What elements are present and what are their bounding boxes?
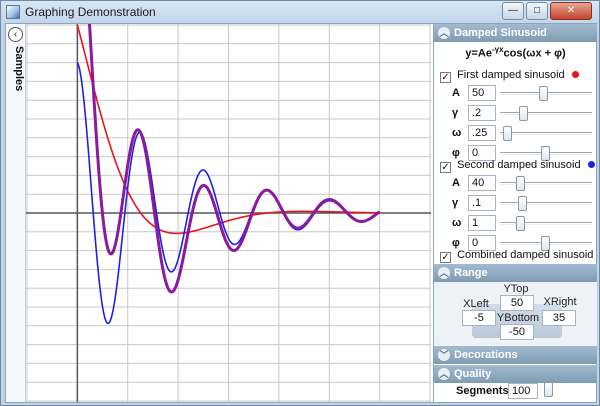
ytop-input[interactable]: 50 — [500, 295, 534, 311]
combined-sinusoid-toggle[interactable]: ✓ Combined damped sinusoid — [440, 249, 600, 263]
first-gamma-slider[interactable] — [500, 112, 592, 115]
close-button[interactable]: ✕ — [550, 2, 592, 20]
range-title: Range — [454, 267, 488, 279]
xright-label: XRight — [543, 296, 577, 308]
second-color-dot — [587, 161, 595, 168]
xleft-label: XLeft — [463, 298, 489, 310]
damped-sinusoid-header[interactable]: ︿ Damped Sinusoid — [434, 24, 597, 42]
second-phi-label: φ — [452, 237, 460, 249]
minimize-button[interactable]: — — [502, 2, 524, 20]
second-omega-slider[interactable] — [500, 222, 592, 225]
settings-panel: ︿ Damped Sinusoid y=Ae-γxcos(ωx + φ) ✓ F… — [433, 24, 597, 402]
collapse-samples-button[interactable]: ‹ — [8, 27, 23, 42]
second-gamma-input[interactable]: .1 — [468, 195, 496, 211]
chevron-up-icon: ︿ — [438, 368, 450, 380]
samples-sidebar: ‹ Samples — [6, 24, 26, 402]
first-a-input[interactable]: 50 — [468, 85, 496, 101]
second-gamma-slider-thumb[interactable] — [518, 196, 527, 211]
chevron-down-icon: ﹀ — [438, 349, 450, 361]
client-area: ‹ Samples ︿ Damped Sinusoid y=Ae-γxcos(ω… — [5, 23, 597, 403]
second-gamma-slider[interactable] — [500, 202, 592, 205]
chart-svg — [26, 24, 431, 402]
first-sinusoid-toggle[interactable]: ✓ First damped sinusoid — [440, 69, 579, 83]
second-omega-input[interactable]: 1 — [468, 215, 496, 231]
combined-sinusoid-checkbox[interactable]: ✓ — [440, 252, 451, 263]
samples-label[interactable]: Samples — [7, 46, 25, 91]
second-sinusoid-label: Second damped sinusoid — [457, 159, 581, 171]
damped-sinusoid-title: Damped Sinusoid — [454, 27, 547, 39]
chevron-up-icon: ︿ — [438, 267, 450, 279]
decorations-header[interactable]: ﹀ Decorations — [434, 346, 597, 364]
formula-label: y=Ae-γxcos(ωx + φ) — [465, 45, 566, 60]
first-phi-label: φ — [452, 147, 460, 159]
graph-area — [26, 24, 431, 402]
app-window: Graphing Demonstration — □ ✕ ‹ Samples ︿… — [0, 0, 600, 406]
first-gamma-slider-thumb[interactable] — [519, 106, 528, 121]
decorations-title: Decorations — [454, 349, 518, 361]
first-omega-slider[interactable] — [500, 132, 592, 135]
first-color-dot — [571, 71, 579, 78]
second-a-input[interactable]: 40 — [468, 175, 496, 191]
second-sinusoid-toggle[interactable]: ✓ Second damped sinusoid — [440, 159, 595, 173]
second-sinusoid-checkbox[interactable]: ✓ — [440, 162, 451, 173]
second-gamma-label: γ — [452, 197, 459, 209]
first-a-label: A — [452, 87, 460, 99]
first-omega-input[interactable]: .25 — [468, 125, 496, 141]
ybottom-input[interactable]: -50 — [500, 324, 534, 340]
second-a-label: A — [452, 177, 460, 189]
xright-input[interactable]: 35 — [542, 310, 576, 326]
second-omega-label: ω — [452, 217, 462, 229]
segments-label: Segments — [456, 385, 509, 397]
xleft-input[interactable]: -5 — [462, 310, 496, 326]
first-sinusoid-checkbox[interactable]: ✓ — [440, 72, 451, 83]
app-icon — [6, 5, 20, 19]
combined-sinusoid-label: Combined damped sinusoid — [457, 249, 594, 261]
first-a-slider-thumb[interactable] — [539, 86, 548, 101]
chevron-up-icon: ︿ — [438, 27, 450, 39]
first-gamma-input[interactable]: .2 — [468, 105, 496, 121]
title-bar[interactable]: Graphing Demonstration — □ ✕ — [1, 1, 599, 23]
second-omega-slider-thumb[interactable] — [516, 216, 525, 231]
window-title: Graphing Demonstration — [25, 5, 156, 19]
segments-input[interactable]: 100 — [508, 383, 538, 399]
ytop-label: YTop — [503, 283, 529, 295]
segments-slider-thumb[interactable] — [544, 382, 553, 397]
maximize-button[interactable]: □ — [526, 2, 548, 20]
ybottom-label: YBottom — [496, 312, 540, 324]
first-sinusoid-label: First damped sinusoid — [457, 69, 565, 81]
first-omega-slider-thumb[interactable] — [503, 126, 512, 141]
second-a-slider[interactable] — [500, 182, 592, 185]
first-gamma-label: γ — [452, 107, 459, 119]
quality-title: Quality — [454, 368, 492, 380]
range-header[interactable]: ︿ Range — [434, 264, 597, 282]
first-omega-label: ω — [452, 127, 462, 139]
quality-header[interactable]: ︿ Quality — [434, 365, 597, 383]
second-a-slider-thumb[interactable] — [516, 176, 525, 191]
